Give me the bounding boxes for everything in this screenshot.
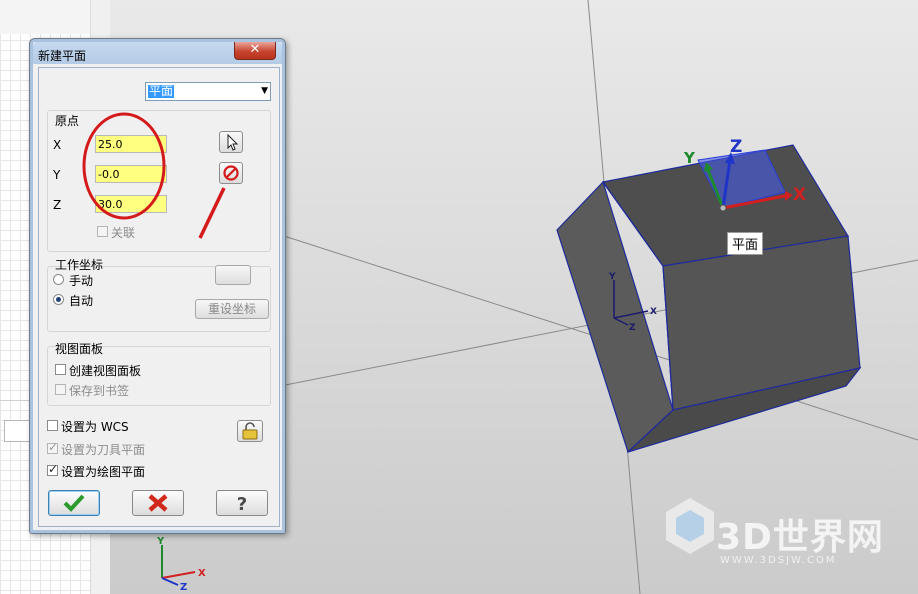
- dialog-title-bar[interactable]: 新建平面 ✕: [33, 42, 282, 64]
- auto-label: 自动: [69, 294, 94, 308]
- svg-text:?: ?: [237, 494, 247, 515]
- left-panel-divider: [0, 400, 30, 401]
- origin-y-input[interactable]: -0.0: [95, 165, 167, 183]
- associate-label: 关联: [111, 226, 136, 240]
- manual-label: 手动: [69, 274, 94, 288]
- plane-label-tag: 平面: [727, 232, 764, 255]
- set-wcs-checkbox[interactable]: [47, 420, 58, 431]
- radio-selected-dot: [56, 297, 61, 302]
- z-axis-label: Z: [730, 137, 742, 157]
- ok-button[interactable]: [48, 490, 100, 516]
- watermark-text: 3D世界网: [716, 517, 884, 558]
- pick-point-button[interactable]: [219, 131, 243, 153]
- origin-z-input[interactable]: 30.0: [95, 195, 167, 213]
- name-value: 平面: [148, 84, 175, 98]
- set-tool-plane-label: 设置为刀具平面: [61, 443, 146, 457]
- associate-checkbox[interactable]: [97, 226, 108, 237]
- manual-coords-button[interactable]: [215, 265, 251, 285]
- save-bookmark-label: 保存到书签: [69, 384, 130, 398]
- x-axis-label: X: [793, 185, 806, 205]
- y-axis-label: Y: [683, 149, 696, 167]
- set-draw-plane-checkbox[interactable]: ✓: [47, 462, 59, 476]
- reset-coords-button[interactable]: 重设坐标: [195, 299, 269, 319]
- save-bookmark-checkbox[interactable]: [55, 384, 66, 395]
- dialog-title: 新建平面: [38, 49, 87, 63]
- check-mark-icon: ✓: [48, 440, 59, 454]
- set-draw-plane-label: 设置为绘图平面: [61, 465, 146, 479]
- question-mark-icon: ?: [237, 494, 247, 515]
- new-plane-dialog: 新建平面 ✕ 名称 平面 ▼ 原点 X 25.0 Y -0.0 Z 30.0: [29, 38, 286, 534]
- manual-radio[interactable]: [53, 274, 64, 285]
- svg-text:Y: Y: [156, 536, 165, 547]
- cancel-button[interactable]: [132, 490, 184, 516]
- svg-text:Y: Y: [608, 272, 616, 282]
- svg-text:Z: Z: [180, 582, 187, 593]
- z-label: Z: [53, 198, 62, 212]
- watermark-subtext: WWW.3DSJW.COM: [720, 555, 837, 566]
- red-x-icon: [148, 494, 168, 512]
- x-label: X: [53, 138, 62, 152]
- cursor-arrow-icon: [227, 133, 239, 151]
- svg-text:X: X: [198, 568, 206, 579]
- chevron-down-icon: ▼: [261, 86, 268, 96]
- clear-point-button[interactable]: [219, 162, 243, 184]
- work-coords-label: 工作坐标: [55, 258, 104, 272]
- left-panel-input[interactable]: [4, 420, 32, 442]
- create-view-panel-label: 创建视图面板: [69, 364, 142, 378]
- y-label: Y: [53, 168, 61, 182]
- view-panel-label: 视图面板: [55, 342, 104, 356]
- auto-radio[interactable]: [53, 294, 64, 305]
- set-tool-plane-checkbox[interactable]: ✓: [47, 440, 59, 454]
- lock-button[interactable]: [237, 420, 263, 442]
- padlock-icon: [242, 422, 258, 440]
- create-view-panel-checkbox[interactable]: [55, 364, 66, 375]
- close-button[interactable]: ✕: [234, 42, 276, 60]
- name-combobox[interactable]: 平面 ▼: [145, 82, 271, 101]
- svg-text:X: X: [650, 307, 657, 317]
- origin-group-label: 原点: [55, 114, 80, 128]
- help-button[interactable]: ?: [216, 490, 268, 516]
- dialog-body: 名称 平面 ▼ 原点 X 25.0 Y -0.0 Z 30.0 关联: [38, 67, 280, 527]
- set-wcs-label: 设置为 WCS: [61, 420, 129, 434]
- check-mark-icon: ✓: [48, 462, 59, 476]
- origin-x-input[interactable]: 25.0: [95, 135, 167, 153]
- no-entry-icon: [223, 165, 239, 181]
- green-check-icon: [63, 494, 85, 512]
- svg-text:Z: Z: [629, 323, 636, 333]
